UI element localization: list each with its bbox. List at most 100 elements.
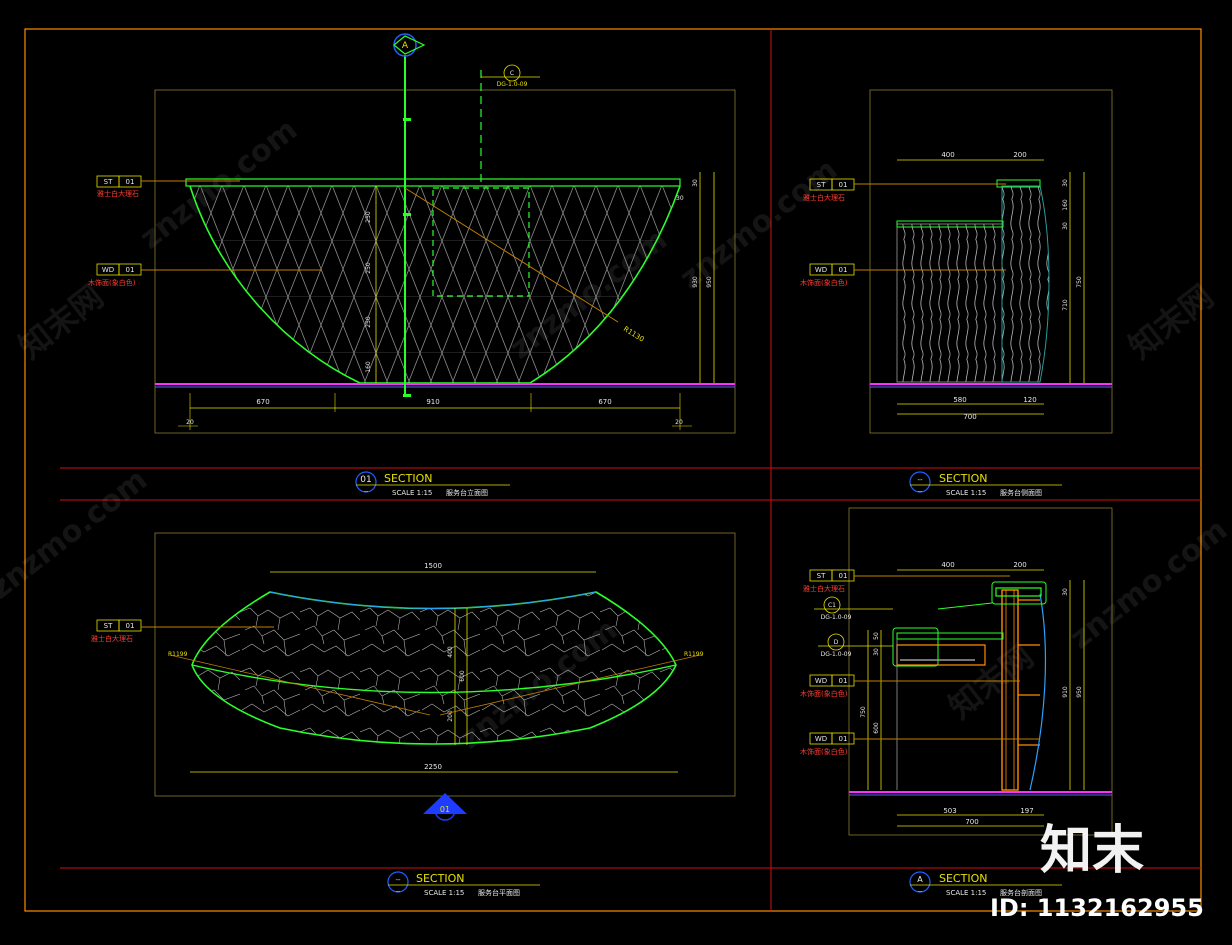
svg-text:WD: WD — [815, 266, 827, 274]
svg-text:--: -- — [918, 488, 922, 495]
svg-text:雅士白大理石: 雅士白大理石 — [803, 584, 845, 593]
svg-text:WD: WD — [815, 735, 827, 743]
svg-text:250: 250 — [365, 316, 372, 328]
svg-text:雅士白大理石: 雅士白大理石 — [97, 189, 139, 198]
svg-text:910: 910 — [1062, 686, 1069, 698]
svg-text:R1199: R1199 — [684, 651, 704, 658]
svg-text:服务台侧面图: 服务台侧面图 — [1000, 488, 1042, 497]
svg-text:A: A — [917, 875, 923, 884]
svg-text:木饰面(象白色): 木饰面(象白色) — [800, 689, 848, 698]
svg-text:SECTION: SECTION — [416, 872, 464, 885]
side-elevation: 400 200 580 120 700 30 160 30 750 710 ST… — [800, 89, 1113, 497]
svg-text:700: 700 — [965, 818, 978, 826]
svg-text:ID: 1132162955: ID: 1132162955 — [990, 894, 1204, 922]
svg-text:01: 01 — [126, 622, 135, 630]
svg-text:950: 950 — [706, 276, 713, 288]
svg-text:--: -- — [396, 888, 400, 895]
svg-text:01: 01 — [126, 266, 135, 274]
svg-text:400: 400 — [941, 151, 954, 159]
plan-view: 1500 2250 400 600 200 R1199 R1199 ST 01 … — [91, 532, 736, 897]
svg-text:2250: 2250 — [424, 763, 442, 771]
svg-text:ST: ST — [817, 572, 826, 580]
svg-text:400: 400 — [447, 646, 454, 658]
svg-text:30: 30 — [692, 179, 699, 187]
svg-text:ST: ST — [817, 181, 826, 189]
svg-text:SCALE 1:15: SCALE 1:15 — [946, 489, 986, 497]
svg-text:--: -- — [395, 876, 401, 884]
front-title: 01 -- SECTION SCALE 1:15 服务台立面图 — [355, 471, 510, 497]
svg-text:雅士白大理石: 雅士白大理石 — [803, 193, 845, 202]
svg-text:知末: 知末 — [1040, 821, 1144, 881]
svg-text:950: 950 — [1076, 686, 1083, 698]
svg-text:580: 580 — [953, 396, 966, 404]
svg-text:910: 910 — [426, 398, 439, 406]
svg-text:01: 01 — [839, 677, 848, 685]
cad-drawing: znzmo.com znzmo.com znzmo.com znzmo.com … — [0, 28, 1232, 922]
svg-text:197: 197 — [1020, 807, 1033, 815]
plan-title: -- -- SECTION SCALE 1:15 服务台平面图 — [387, 871, 540, 897]
svg-text:SCALE 1:15: SCALE 1:15 — [392, 489, 432, 497]
svg-text:200: 200 — [1013, 151, 1026, 159]
svg-text:160: 160 — [1062, 199, 1069, 211]
svg-text:600: 600 — [873, 722, 880, 734]
svg-text:930: 930 — [692, 276, 699, 288]
svg-text:知末网: 知末网 — [1122, 277, 1221, 366]
svg-text:503: 503 — [943, 807, 956, 815]
svg-text:30: 30 — [873, 648, 880, 656]
detail-tag-st01: ST 01 雅士白大理石 — [803, 569, 1010, 593]
svg-text:znzmo.com: znzmo.com — [0, 462, 154, 606]
svg-text:30: 30 — [1062, 179, 1069, 187]
svg-text:20: 20 — [675, 419, 683, 426]
svg-text:670: 670 — [598, 398, 611, 406]
svg-text:SCALE 1:15: SCALE 1:15 — [946, 889, 986, 897]
svg-text:01: 01 — [839, 735, 848, 743]
svg-text:30: 30 — [1062, 588, 1069, 596]
plan-section-marker: 01 — [423, 793, 467, 821]
svg-text:120: 120 — [1023, 396, 1036, 404]
svg-text:--: -- — [917, 476, 923, 484]
svg-text:D: D — [834, 639, 839, 646]
detail-ref-c1: C1 DG-1.0-09 — [814, 596, 893, 621]
svg-text:50: 50 — [873, 632, 880, 640]
svg-text:雅士白大理石: 雅士白大理石 — [91, 634, 133, 643]
svg-text:01: 01 — [126, 178, 135, 186]
svg-text:710: 710 — [1062, 299, 1069, 311]
side-title: -- -- SECTION SCALE 1:15 服务台侧面图 — [909, 471, 1062, 497]
svg-text:01: 01 — [360, 475, 371, 485]
svg-text:600: 600 — [459, 670, 466, 682]
svg-text:知末网: 知末网 — [12, 277, 111, 366]
svg-text:30: 30 — [1062, 222, 1069, 230]
svg-text:01: 01 — [440, 805, 450, 814]
svg-text:750: 750 — [1076, 276, 1083, 288]
svg-text:200: 200 — [1013, 561, 1026, 569]
svg-text:250: 250 — [365, 262, 372, 274]
svg-text:木饰面(象白色): 木饰面(象白色) — [88, 278, 136, 287]
svg-text:01: 01 — [839, 181, 848, 189]
svg-text:--: -- — [918, 888, 922, 895]
svg-text:30: 30 — [676, 195, 684, 202]
svg-text:01: 01 — [839, 572, 848, 580]
svg-text:R1130: R1130 — [622, 325, 645, 344]
svg-text:WD: WD — [102, 266, 114, 274]
svg-text:DG-1.0-09: DG-1.0-09 — [497, 81, 528, 88]
svg-text:木饰面(象白色): 木饰面(象白色) — [800, 747, 848, 756]
svg-text:服务台平面图: 服务台平面图 — [478, 888, 520, 897]
svg-text:C: C — [510, 70, 514, 77]
svg-text:20: 20 — [186, 419, 194, 426]
svg-text:SECTION: SECTION — [939, 872, 987, 885]
svg-text:--: -- — [364, 488, 368, 495]
svg-text:知末网: 知末网 — [942, 637, 1041, 726]
svg-text:DG-1.0-09: DG-1.0-09 — [821, 651, 852, 658]
svg-text:160: 160 — [365, 361, 372, 373]
svg-text:01: 01 — [839, 266, 848, 274]
front-elevation: A C DG-1.0-09 R1130 ST 01 雅士白大理石 WD 01 木… — [88, 33, 736, 497]
svg-text:ST: ST — [104, 622, 113, 630]
svg-text:750: 750 — [860, 706, 867, 718]
svg-text:R1199: R1199 — [168, 651, 188, 658]
svg-text:SCALE 1:15: SCALE 1:15 — [424, 889, 464, 897]
svg-text:znzmo.com: znzmo.com — [1063, 512, 1232, 656]
svg-text:250: 250 — [365, 211, 372, 223]
svg-text:ST: ST — [104, 178, 113, 186]
svg-text:DG-1.0-09: DG-1.0-09 — [821, 614, 852, 621]
brand-logo: 知末 ID: 1132162955 — [990, 821, 1204, 922]
